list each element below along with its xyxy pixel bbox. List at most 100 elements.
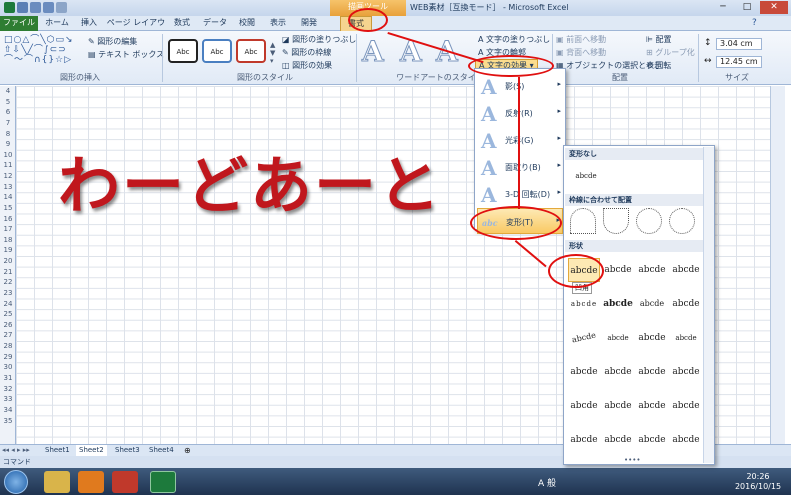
warp-transform-option[interactable]: abcde [636,258,668,282]
row-number[interactable]: 33 [0,394,16,405]
warp-transform-option[interactable]: abcde [636,326,668,350]
quick-access-icon[interactable] [56,2,67,13]
tab-review[interactable]: 校閲 [234,16,260,31]
minimize-button[interactable]: ─ [712,1,734,14]
row-number[interactable]: 12 [0,171,16,182]
row-number[interactable]: 30 [0,362,16,373]
edit-shape-button[interactable]: ✎ 図形の編集 [88,36,137,47]
warp-transform-option[interactable]: abcde [636,428,668,452]
warp-transform-option[interactable]: abcde [602,394,634,418]
warp-transform-option[interactable]: abcde [602,258,634,282]
row-number[interactable]: 6 [0,107,16,118]
row-number[interactable]: 5 [0,97,16,108]
shape-fill-button[interactable]: ◪ 図形の塗りつぶし [282,34,356,45]
row-number[interactable]: 29 [0,352,16,363]
warp-transform-option[interactable]: abcde [568,292,600,316]
tab-data[interactable]: データ [200,16,230,31]
warp-transform-option[interactable]: abcde [566,323,602,353]
effects-menu-item[interactable]: A光彩(G)▸ [477,127,563,153]
path-transform-option[interactable] [603,208,629,234]
tab-file[interactable]: ファイル [0,16,38,31]
warp-transform-option[interactable]: abcde [636,292,668,316]
text-fill-button[interactable]: A 文字の塗りつぶし [478,34,550,45]
row-number[interactable]: 32 [0,384,16,395]
save-icon[interactable] [17,2,28,13]
shape-style-3[interactable]: Abc [236,39,266,63]
row-number[interactable]: 17 [0,224,16,235]
wordart-text[interactable]: わーどあーと [58,135,442,225]
warp-transform-option[interactable]: abcde [602,360,634,384]
row-number[interactable]: 26 [0,320,16,331]
row-number[interactable]: 35 [0,416,16,427]
warp-transform-option[interactable]: abcde [568,394,600,418]
effects-menu-item[interactable]: A 影(S) ▸ [477,73,563,99]
text-box-button[interactable]: ▤ テキスト ボックス [88,49,164,60]
no-transform-option[interactable]: abcde [570,164,602,188]
row-number[interactable]: 16 [0,214,16,225]
resize-grip[interactable]: •••• [624,456,641,464]
bring-forward-button[interactable]: ▣ 前面へ移動 [556,34,606,45]
path-transform-option[interactable] [636,208,662,234]
warp-transform-option[interactable]: abcde [602,428,634,452]
row-number[interactable]: 24 [0,299,16,310]
row-number[interactable]: 18 [0,235,16,246]
row-number[interactable]: 22 [0,277,16,288]
send-backward-button[interactable]: ▣ 背面へ移動 [556,47,606,58]
warp-transform-option[interactable]: abcde [670,360,702,384]
tab-developer[interactable]: 開発 [296,16,322,31]
warp-transform-option[interactable]: abcde [568,428,600,452]
path-transform-option[interactable] [570,208,596,234]
explorer-icon[interactable] [44,471,70,493]
outlook-icon[interactable] [78,471,104,493]
warp-transform-option[interactable]: abcde [602,292,634,316]
row-number[interactable]: 10 [0,150,16,161]
row-number[interactable]: 14 [0,192,16,203]
row-number[interactable]: 21 [0,267,16,278]
submenu-scrollbar[interactable] [703,147,714,463]
ime-indicator[interactable]: A 般 [538,476,556,489]
width-input[interactable]: 12.45 cm [716,56,762,68]
tab-page-layout[interactable]: ページ レイアウト [106,16,166,41]
warp-transform-option[interactable]: abcde [670,292,702,316]
warp-transform-option[interactable]: abcde [568,360,600,384]
undo-icon[interactable] [30,2,41,13]
warp-transform-option[interactable]: abcde [636,394,668,418]
row-number[interactable]: 25 [0,309,16,320]
shape-style-1[interactable]: Abc [168,39,198,63]
wordart-style-1[interactable]: A [362,36,385,67]
shape-gallery[interactable]: □○△⌒╲⬡▭↘ ⇧⇩╲╱⌒∫⊂⊃ ⌒〜⌒∩{}☆▷ [4,35,88,65]
row-number[interactable]: 31 [0,373,16,384]
excel-taskbar-icon[interactable] [150,471,176,493]
app-icon[interactable] [112,471,138,493]
row-number[interactable]: 20 [0,256,16,267]
warp-transform-option[interactable]: abcde [602,326,634,350]
shape-outline-button[interactable]: ✎ 図形の枠線 [282,47,331,58]
shape-style-scroll[interactable]: ▲ ▼ ▾ [270,41,275,65]
tab-home[interactable]: ホーム [42,16,72,31]
clock[interactable]: 20:26 2016/10/15 [730,472,786,492]
warp-transform-option[interactable]: abcde [670,394,702,418]
tab-view[interactable]: 表示 [264,16,292,31]
new-sheet-icon[interactable]: ⊕ [184,446,191,455]
effects-menu-item[interactable]: A反射(R)▸ [477,100,563,126]
row-number[interactable]: 13 [0,182,16,193]
row-number[interactable]: 8 [0,129,16,140]
row-number[interactable]: 4 [0,86,16,97]
align-button[interactable]: ⊫ 配置 [646,34,672,45]
vertical-scrollbar[interactable] [770,86,785,444]
warp-transform-option[interactable]: abcde [670,258,702,282]
effects-menu-item[interactable]: A 3-D 回転(D) ▸ [477,181,563,207]
sheet-nav-arrows[interactable]: ◂◂ ◂ ▸ ▸▸ [2,446,30,454]
shape-style-2[interactable]: Abc [202,39,232,63]
row-number[interactable]: 27 [0,330,16,341]
height-input[interactable]: 3.04 cm [716,38,762,50]
shape-effects-button[interactable]: ◫ 図形の効果 [282,60,332,71]
warp-transform-option[interactable]: abcde [636,360,668,384]
tab-formulas[interactable]: 数式 [170,16,194,31]
group-button[interactable]: ⊞ グループ化 [646,47,695,58]
tab-insert[interactable]: 挿入 [76,16,102,31]
warp-transform-option[interactable]: abcde [670,326,702,350]
path-transform-option[interactable] [669,208,695,234]
redo-icon[interactable] [43,2,54,13]
help-icon[interactable]: ? [752,18,757,28]
